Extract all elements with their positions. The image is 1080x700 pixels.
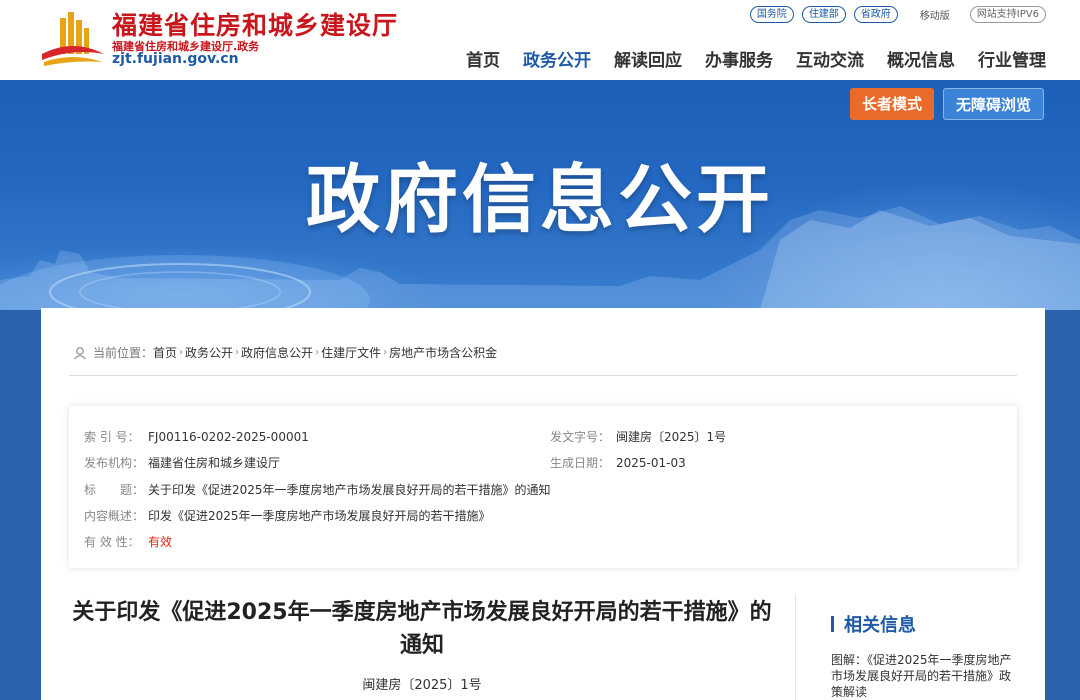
meta-date: 生成日期： 2025-01-03 <box>550 454 686 471</box>
breadcrumb-item[interactable]: 房地产市场含公积金 <box>389 344 497 361</box>
top-links: 国务院 住建部 省政府 移动版 网站支持IPV6 <box>742 4 1046 24</box>
meta-summary: 内容概述： 印发《促进2025年一季度房地产市场发展良好开局的若干措施》 <box>84 507 491 524</box>
meta-validity: 有 效 性： 有效 <box>84 533 172 550</box>
column-divider <box>795 594 796 700</box>
meta-title-value: 关于印发《促进2025年一季度房地产市场发展良好开局的若干措施》的通知 <box>148 483 551 497</box>
breadcrumb-item[interactable]: 住建厅文件 <box>321 344 381 361</box>
site-logo-icon[interactable] <box>40 8 106 68</box>
related-info-heading-text: 相关信息 <box>844 615 916 636</box>
breadcrumb-separator-icon: › <box>315 347 320 358</box>
meta-validity-label: 有 效 性： <box>84 535 140 549</box>
location-icon <box>74 346 86 359</box>
meta-publisher-label: 发布机构： <box>84 456 145 470</box>
meta-publisher: 发布机构： 福建省住房和城乡建设厅 <box>84 454 280 471</box>
meta-summary-label: 内容概述： <box>84 509 145 523</box>
breadcrumb-separator-icon: › <box>179 347 184 358</box>
elder-mode-button[interactable]: 长者模式 <box>850 88 935 120</box>
content-card: 当前位置： 首页 › 政务公开 › 政府信息公开 › 住建厅文件 › 房地产市场… <box>41 308 1045 700</box>
meta-validity-value: 有效 <box>148 535 173 549</box>
related-info-heading: 相关信息 <box>831 611 916 637</box>
link-mobile-version[interactable]: 移动版 <box>920 7 950 22</box>
meta-doc-number-value: 闽建房〔2025〕1号 <box>616 430 727 444</box>
breadcrumb: 当前位置： 首页 › 政务公开 › 政府信息公开 › 住建厅文件 › 房地产市场… <box>73 344 497 361</box>
meta-index-label: 索 引 号： <box>84 430 140 444</box>
related-info-link[interactable]: 图解：《促进2025年一季度房地产市场发展良好开局的若干措施》政策解读 <box>831 652 1021 700</box>
site-header: 福建省住房和城乡建设厅 福建省住房和城乡建设厅.政务 zjt.fujian.go… <box>0 0 1080 80</box>
nav-interpretation[interactable]: 解读回应 <box>614 46 682 71</box>
ipv6-badge: 网站支持IPV6 <box>969 5 1046 23</box>
meta-title: 标 题： 关于印发《促进2025年一季度房地产市场发展良好开局的若干措施》的通知 <box>84 481 551 498</box>
document-meta-box: 索 引 号： FJ00116-0202-2025-00001 发文字号： 闽建房〔2… <box>69 406 1017 568</box>
meta-date-label: 生成日期： <box>550 456 611 470</box>
article-title: 关于印发《促进2025年一季度房地产市场发展良好开局的若干措施》的通知 <box>72 600 772 658</box>
heading-bar-icon <box>831 616 834 632</box>
breadcrumb-separator-icon: › <box>383 347 388 358</box>
breadcrumb-prefix: 当前位置： <box>93 346 154 360</box>
link-state-council[interactable]: 国务院 <box>749 5 794 23</box>
meta-index: 索 引 号： FJ00116-0202-2025-00001 <box>84 428 309 445</box>
accessible-mode-button[interactable]: 无障碍浏览 <box>943 88 1045 120</box>
nav-gov-affairs[interactable]: 政务公开 <box>523 46 591 71</box>
breadcrumb-item[interactable]: 首页 <box>153 344 177 361</box>
nav-industry[interactable]: 行业管理 <box>978 46 1046 71</box>
meta-doc-number: 发文字号： 闽建房〔2025〕1号 <box>550 428 726 445</box>
link-mohurd[interactable]: 住建部 <box>801 5 846 23</box>
breadcrumb-separator-icon: › <box>235 347 240 358</box>
nav-home[interactable]: 首页 <box>466 46 500 71</box>
meta-index-value: FJ00116-0202-2025-00001 <box>148 430 309 444</box>
breadcrumb-item[interactable]: 政府信息公开 <box>241 344 313 361</box>
link-provincial-gov[interactable]: 省政府 <box>853 5 898 23</box>
nav-overview[interactable]: 概况信息 <box>887 46 955 71</box>
article-doc-number: 闽建房〔2025〕1号 <box>362 678 482 693</box>
meta-summary-value: 印发《促进2025年一季度房地产市场发展良好开局的若干措施》 <box>148 509 491 523</box>
divider <box>69 375 1017 376</box>
nav-services[interactable]: 办事服务 <box>705 46 773 71</box>
banner: 长者模式 无障碍浏览 政府信息公开 <box>0 80 1080 310</box>
meta-publisher-value: 福建省住房和城乡建设厅 <box>148 456 281 470</box>
site-title[interactable]: 福建省住房和城乡建设厅 <box>112 6 398 42</box>
nav-interaction[interactable]: 互动交流 <box>796 46 864 71</box>
banner-title: 政府信息公开 <box>306 157 774 243</box>
meta-title-label: 标 题： <box>84 483 145 497</box>
meta-doc-number-label: 发文字号： <box>550 430 611 444</box>
meta-date-value: 2025-01-03 <box>616 456 686 470</box>
breadcrumb-item[interactable]: 政务公开 <box>185 344 233 361</box>
main-nav: 首页 政务公开 解读回应 办事服务 互动交流 概况信息 行业管理 <box>443 46 1046 71</box>
site-domain: zjt.fujian.gov.cn <box>112 51 239 67</box>
